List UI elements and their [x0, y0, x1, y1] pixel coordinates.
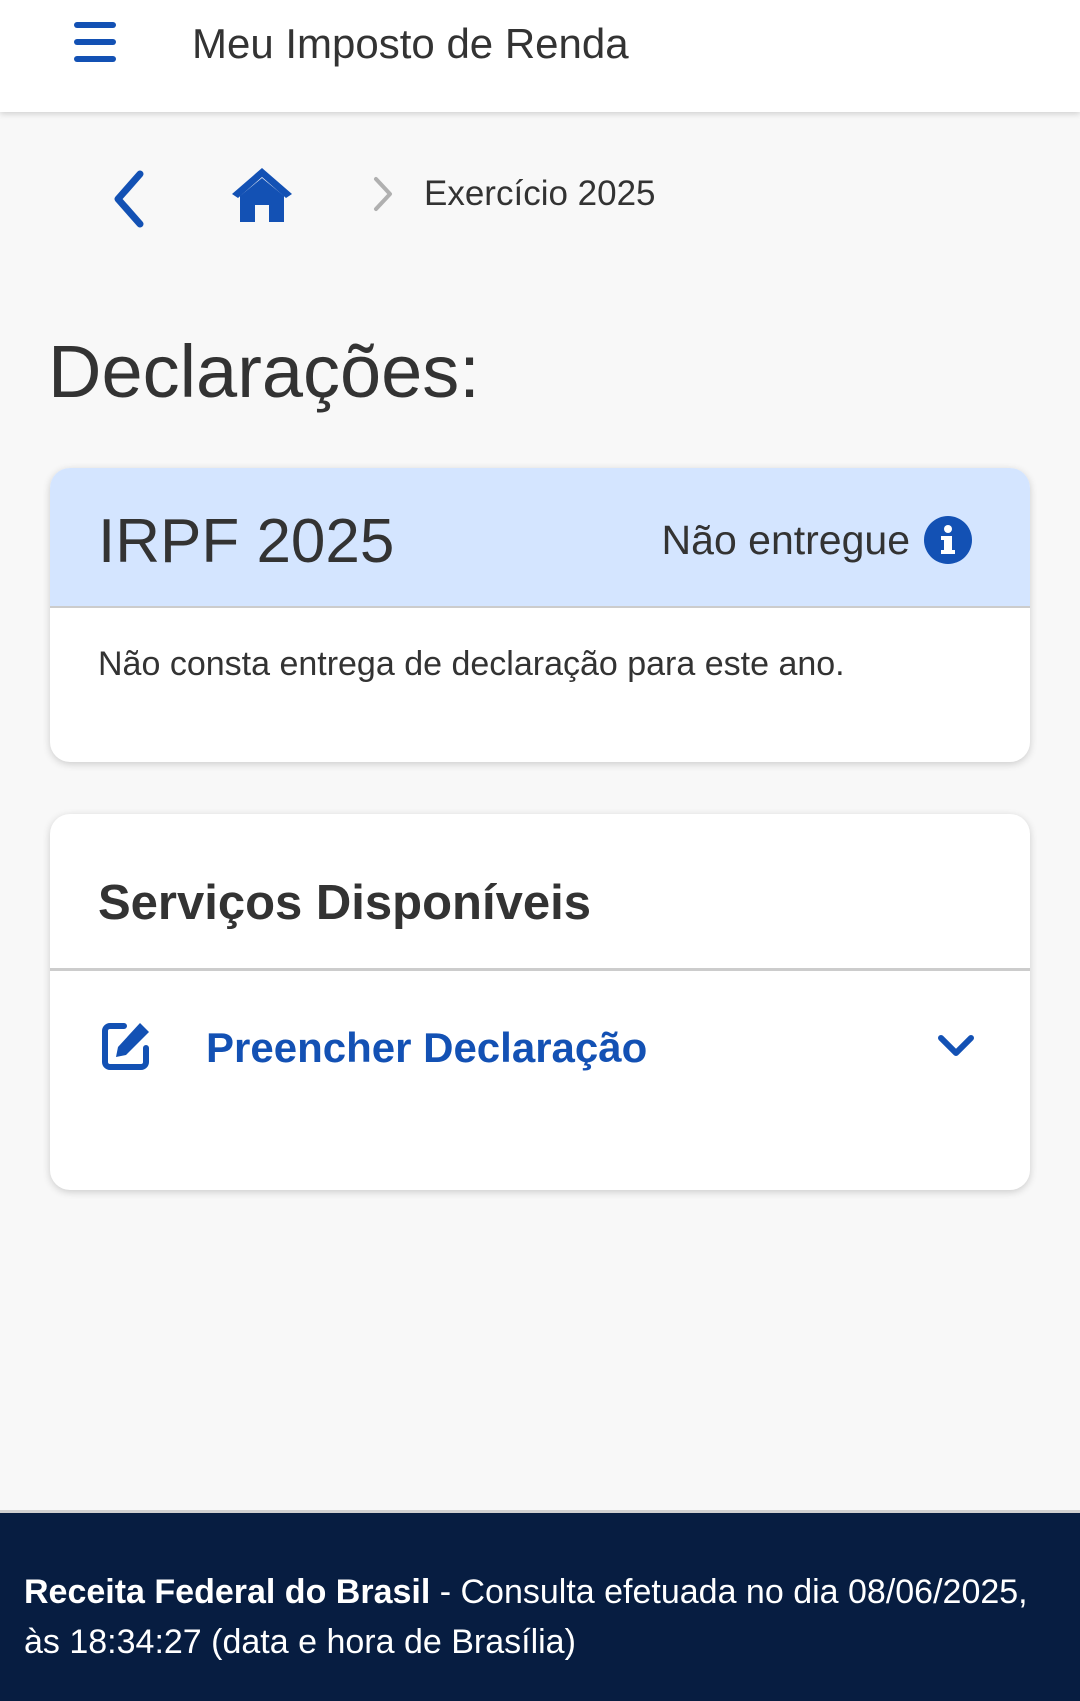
declaration-card-header: IRPF 2025 Não entregue	[50, 468, 1030, 608]
app-title: Meu Imposto de Renda	[192, 20, 629, 67]
chevron-left-icon[interactable]	[108, 166, 152, 232]
hamburger-menu-icon[interactable]	[68, 22, 122, 66]
footer-text: Receita Federal do Brasil - Consulta efe…	[24, 1567, 1044, 1667]
breadcrumb-current: Exercício 2025	[424, 174, 656, 213]
services-title: Serviços Disponíveis	[98, 876, 591, 930]
divider	[50, 968, 1030, 971]
breadcrumb: Exercício 2025	[0, 112, 1080, 272]
status-label: Não entregue	[661, 517, 910, 563]
home-icon[interactable]	[230, 164, 294, 226]
declaration-message: Não consta entrega de declaração para es…	[98, 645, 845, 683]
declaration-card: IRPF 2025 Não entregue Não consta entreg…	[50, 468, 1030, 762]
services-card: Serviços Disponíveis Preencher Declaraçã…	[50, 814, 1030, 1190]
service-label: Preencher Declaração	[206, 1024, 648, 1071]
footer: Receita Federal do Brasil - Consulta efe…	[0, 1510, 1080, 1701]
edit-icon	[100, 1018, 154, 1072]
chevron-down-icon[interactable]	[936, 1032, 976, 1060]
declaration-title: IRPF 2025	[98, 507, 395, 576]
status-badge: Não entregue	[662, 510, 972, 570]
info-icon[interactable]	[924, 516, 972, 564]
service-item-preencher-declaracao[interactable]: Preencher Declaração	[50, 972, 1030, 1122]
chevron-right-icon	[370, 174, 396, 214]
top-app-bar: Meu Imposto de Renda	[0, 0, 1080, 112]
footer-org: Receita Federal do Brasil	[24, 1573, 431, 1611]
page-title: Declarações:	[48, 330, 480, 413]
